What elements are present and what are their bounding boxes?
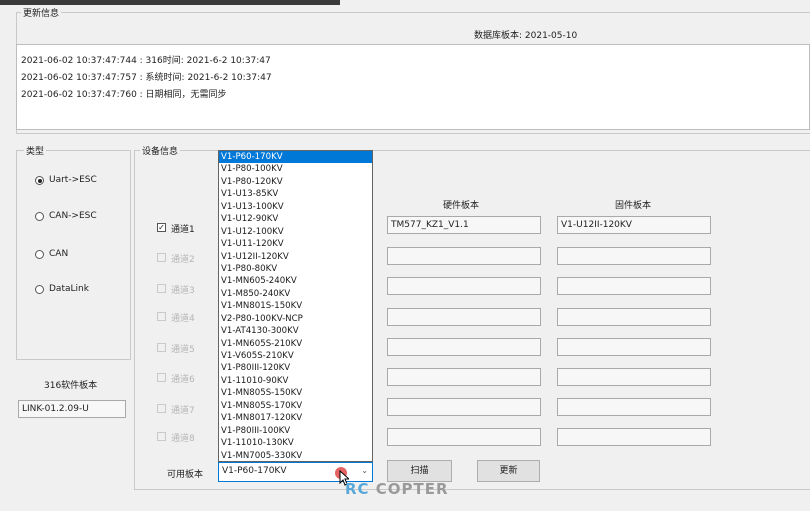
dropdown-option[interactable]: V1-MN8017-120KV [219,412,372,424]
dropdown-option[interactable]: V1-V605S-210KV [219,350,372,362]
dropdown-option[interactable]: V1-P80III-120KV [219,362,372,374]
type-group-title: 类型 [24,144,47,157]
channel-label: 通道7 [171,406,195,416]
firmware-field[interactable] [557,247,711,265]
channel-5-checkbox[interactable] [157,343,166,352]
dropdown-option[interactable]: V1-MN801S-150KV [219,300,372,312]
chevron-down-icon[interactable]: ⌄ [361,466,368,475]
dropdown-option[interactable]: V1-MN605S-210KV [219,338,372,350]
channel-label: 通道3 [171,286,195,296]
radio-label: CAN->ESC [49,211,97,221]
channel-3-checkbox[interactable] [157,284,166,293]
update-button[interactable]: 更新 [477,460,540,482]
log-line: 2021-06-02 10:37:47:760 : 日期相同，无需同步 [21,90,227,100]
channel-label: 通道2 [171,255,195,265]
channel-label: 通道1 [171,225,195,235]
firmware-field[interactable]: V1-U12II-120KV [557,216,711,234]
channel-label: 通道6 [171,375,195,385]
hardware-field[interactable] [387,338,541,356]
dropdown-option[interactable]: V1-MN805S-150KV [219,387,372,399]
radio-uart-esc[interactable] [35,176,44,185]
log-line: 2021-06-02 10:37:47:757 : 系统时间: 2021-6-2… [21,73,272,83]
radio-label: DataLink [49,284,89,294]
channel-label: 通道5 [171,345,195,355]
radio-datalink[interactable] [35,285,44,294]
hardware-field[interactable] [387,247,541,265]
dropdown-option[interactable]: V1-U12II-120KV [219,251,372,263]
channel-4-checkbox[interactable] [157,312,166,321]
channel-6-checkbox[interactable] [157,373,166,382]
radio-label: CAN [49,249,69,259]
dropdown-option[interactable]: V1-P80-80KV [219,263,372,275]
dropdown-option[interactable]: V1-MN805S-170KV [219,400,372,412]
firmware-field[interactable] [557,308,711,326]
hardware-field[interactable] [387,368,541,386]
dropdown-option[interactable]: V1-M850-240KV [219,288,372,300]
channel-1-checkbox[interactable]: ✓ [157,223,166,232]
software-version-label: 316软件板本 [44,381,98,391]
title-strip [0,0,340,5]
db-version-label: 数据库板本: 2021-05-10 [474,31,578,41]
firmware-field[interactable] [557,428,711,446]
dropdown-option[interactable]: V1-U12-90KV [219,213,372,225]
firmware-header: 固件板本 [615,201,652,211]
channel-label: 通道8 [171,434,195,444]
dropdown-option[interactable]: V1-U11-120KV [219,238,372,250]
firmware-field[interactable] [557,277,711,295]
dropdown-option[interactable]: V2-P80-100KV-NCP [219,313,372,325]
firmware-field[interactable] [557,338,711,356]
radio-label: Uart->ESC [49,175,97,185]
watermark-logo: RC COPTER [345,480,449,498]
hardware-field[interactable]: TM577_KZ1_V1.1 [387,216,541,234]
update-group-title: 更新信息 [21,6,62,19]
version-combobox[interactable]: V1-P60-170KV ⌄ [218,462,373,482]
radio-can-esc[interactable] [35,212,44,221]
software-version-field[interactable]: LINK-01.2.09-U [18,400,126,418]
scan-button[interactable]: 扫描 [387,460,452,482]
dropdown-option[interactable]: V1-P60-170KV [219,151,372,164]
hardware-field[interactable] [387,308,541,326]
radio-can[interactable] [35,250,44,259]
dropdown-option[interactable]: V1-U13-85KV [219,188,372,200]
log-textbox[interactable]: 2021-06-02 10:37:47:744 : 316时间: 2021-6-… [16,44,810,130]
firmware-field[interactable] [557,398,711,416]
dropdown-option[interactable]: V1-U12-100KV [219,226,372,238]
hardware-field[interactable] [387,428,541,446]
hardware-header: 硬件板本 [443,201,480,211]
dropdown-option[interactable]: V1-AT4130-300KV [219,325,372,337]
dropdown-option[interactable]: V1-11010-90KV [219,375,372,387]
hardware-field[interactable] [387,398,541,416]
hardware-field[interactable] [387,277,541,295]
channel-2-checkbox[interactable] [157,253,166,262]
channel-7-checkbox[interactable] [157,404,166,413]
firmware-field[interactable] [557,368,711,386]
dropdown-option[interactable]: V1-MN7005-330KV [219,450,372,462]
dropdown-option[interactable]: V1-MN605-240KV [219,275,372,287]
dropdown-option[interactable]: V1-P80-120KV [219,176,372,188]
available-version-label: 可用板本 [167,470,204,480]
channel-8-checkbox[interactable] [157,432,166,441]
channel-label: 通道4 [171,314,195,324]
version-dropdown-list[interactable]: V1-P60-170KV V1-P80-100KV V1-P80-120KV V1-U… [218,150,373,462]
device-group-title: 设备信息 [140,144,181,157]
combobox-value: V1-P60-170KV [222,466,287,476]
dropdown-option[interactable]: V1-P80III-100KV [219,425,372,437]
dropdown-option[interactable]: V1-11010-130KV [219,437,372,449]
log-line: 2021-06-02 10:37:47:744 : 316时间: 2021-6-… [21,56,271,66]
dropdown-option[interactable]: V1-U13-100KV [219,201,372,213]
dropdown-option[interactable]: V1-P80-100KV [219,163,372,175]
